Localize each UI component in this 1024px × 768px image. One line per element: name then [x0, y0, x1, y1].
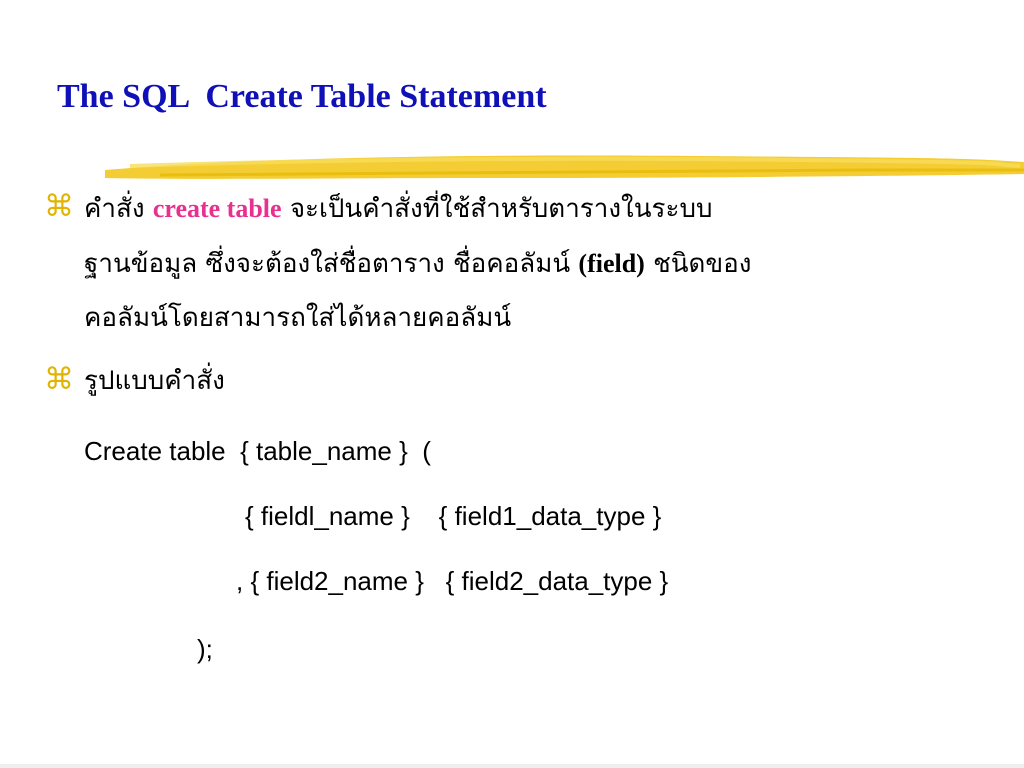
bullet-1-line-2-pre: ฐานข้อมูล ซึ่งจะต้องใส่ชื่อตาราง ชื่อคอล…: [84, 249, 579, 279]
field-keyword: (field): [578, 249, 645, 278]
syntax-line-1: Create table { table_name } (: [84, 436, 431, 466]
command-key-icon: ⌘: [44, 189, 74, 224]
bullet-1-line-1-post: จะเป็นคำสั่งที่ใช้สำหรับตารางในระบบ: [281, 194, 713, 224]
bullet-1-line-1-pre: คำสั่ง: [84, 194, 153, 224]
bottom-rule: [0, 764, 1024, 768]
bullet-1-line-2-post: ชนิดของ: [644, 249, 752, 279]
bullet-1-line-3: คอลัมน์โดยสามารถใส่ได้หลายคอลัมน์: [84, 303, 512, 333]
bullet-1-line-1: คำสั่ง create table จะเป็นคำสั่งที่ใช้สำ…: [84, 193, 712, 225]
command-key-icon: ⌘: [44, 362, 74, 397]
slide-title: The SQL Create Table Statement: [57, 78, 547, 115]
bullet-1-line-2: ฐานข้อมูล ซึ่งจะต้องใส่ชื่อตาราง ชื่อคอล…: [84, 248, 751, 280]
create-table-keyword: create table: [152, 194, 282, 223]
syntax-line-3: , { field2_name } { field2_data_type }: [236, 566, 669, 596]
syntax-line-2: { fieldl_name } { field1_data_type }: [245, 501, 662, 531]
title-underline-brushstroke: [105, 155, 1024, 179]
bullet-2-text: รูปแบบคำสั่ง: [84, 366, 225, 396]
syntax-line-4: );: [197, 634, 213, 664]
